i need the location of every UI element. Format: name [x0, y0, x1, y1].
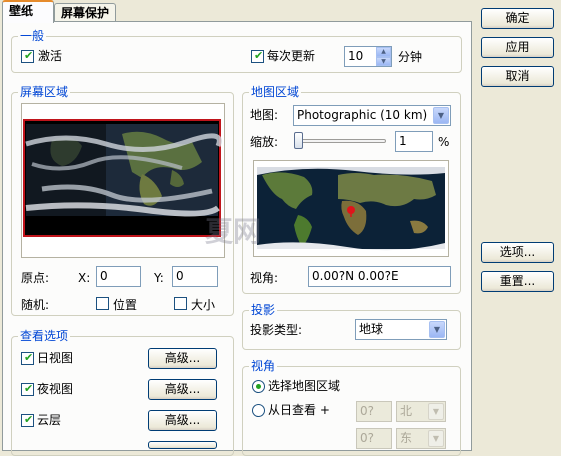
night-view-checkbox[interactable]: ✔	[21, 382, 34, 396]
longitude-dir-value: 东	[400, 431, 413, 445]
map-select-value: Photographic (10 km)	[297, 108, 428, 122]
screen-area-title: 屏幕区域	[18, 85, 71, 100]
latitude-dir-value: 北	[400, 404, 413, 418]
origin-label: 原点:	[21, 271, 50, 285]
night-view-advanced-button[interactable]: 高级...	[148, 379, 217, 400]
random-size-checkbox[interactable]	[174, 297, 187, 310]
zoom-unit: %	[438, 135, 450, 149]
update-each-label: 每次更新	[267, 49, 316, 63]
screen-preview	[21, 103, 225, 258]
zoom-input[interactable]: 1	[395, 131, 433, 152]
general-group: 一般	[11, 29, 462, 73]
check-icon: ✔	[254, 49, 264, 62]
longitude-dir-select[interactable]: 东 ▼	[396, 428, 446, 449]
projection-type-value: 地球	[359, 322, 384, 336]
activate-checkbox[interactable]: ✔	[21, 49, 34, 63]
choose-map-area-radio[interactable]	[252, 380, 265, 393]
map-area-title: 地图区域	[249, 85, 302, 100]
chevron-down-icon[interactable]: ▼	[429, 321, 445, 338]
x-label: X:	[78, 271, 91, 285]
apply-button[interactable]: 应用	[481, 37, 554, 58]
day-view-checkbox[interactable]: ✔	[21, 351, 34, 365]
longitude-input[interactable]: 0?	[356, 428, 392, 449]
world-map-image	[257, 167, 445, 251]
partial-button[interactable]	[148, 441, 217, 449]
chevron-down-icon[interactable]: ▼	[428, 430, 444, 447]
latitude-dir-select[interactable]: 北 ▼	[396, 401, 446, 422]
projection-title: 投影	[249, 303, 278, 318]
day-view-advanced-button[interactable]: 高级...	[148, 348, 217, 369]
latitude-input[interactable]: 0?	[356, 401, 392, 422]
world-map-preview	[253, 160, 449, 257]
clouds-checkbox[interactable]: ✔	[21, 413, 34, 427]
tab-screensaver[interactable]: 屏幕保护	[54, 3, 116, 23]
earth-preview-image	[22, 104, 224, 257]
viewpoint-input[interactable]: 0.00?N 0.00?E	[308, 266, 451, 287]
interval-up-button[interactable]: ▲	[376, 47, 391, 57]
viewpoint-label: 视角:	[250, 271, 279, 285]
chevron-down-icon[interactable]: ▼	[433, 107, 449, 124]
origin-y-input[interactable]: 0	[172, 266, 218, 287]
map-label: 地图:	[250, 108, 279, 122]
projection-type-label: 投影类型:	[250, 323, 303, 337]
tab-wallpaper[interactable]: 壁纸	[2, 0, 54, 23]
random-label: 随机:	[21, 298, 50, 312]
choose-map-area-label: 选择地图区域	[268, 379, 341, 393]
check-icon: ✔	[24, 382, 34, 395]
y-label: Y:	[154, 271, 164, 285]
origin-x-input[interactable]: 0	[96, 266, 141, 287]
clouds-label: 云层	[37, 413, 62, 427]
from-sun-label: 从日查看 +	[268, 403, 330, 417]
clouds-advanced-button[interactable]: 高级...	[148, 410, 217, 431]
activate-label: 激活	[38, 49, 63, 63]
random-size-label: 大小	[191, 298, 216, 312]
general-title: 一般	[18, 29, 47, 44]
interval-unit: 分钟	[398, 50, 423, 64]
zoom-label: 缩放:	[250, 135, 279, 149]
check-icon: ✔	[24, 413, 34, 426]
cancel-button[interactable]: 取消	[481, 66, 554, 87]
day-view-label: 日视图	[37, 351, 74, 365]
from-sun-radio[interactable]	[252, 404, 265, 417]
ok-button[interactable]: 确定	[481, 8, 554, 29]
random-position-checkbox[interactable]	[96, 297, 109, 310]
chevron-down-icon[interactable]: ▼	[428, 403, 444, 420]
radio-dot	[256, 384, 261, 389]
zoom-slider-thumb[interactable]	[293, 132, 303, 149]
check-icon: ✔	[24, 49, 34, 62]
view-options-title: 查看选项	[18, 329, 71, 344]
interval-down-button[interactable]: ▼	[376, 57, 391, 66]
reset-button[interactable]: 重置...	[481, 271, 554, 292]
projection-type-select[interactable]: 地球 ▼	[355, 319, 447, 340]
zoom-slider-track[interactable]	[296, 139, 386, 143]
update-each-checkbox[interactable]: ✔	[251, 49, 264, 63]
check-icon: ✔	[24, 351, 34, 364]
map-select[interactable]: Photographic (10 km) ▼	[293, 105, 451, 126]
random-position-label: 位置	[113, 298, 138, 312]
viewpoint-group-title: 视角	[249, 359, 278, 374]
options-button[interactable]: 选项...	[481, 242, 554, 263]
night-view-label: 夜视图	[37, 382, 74, 396]
